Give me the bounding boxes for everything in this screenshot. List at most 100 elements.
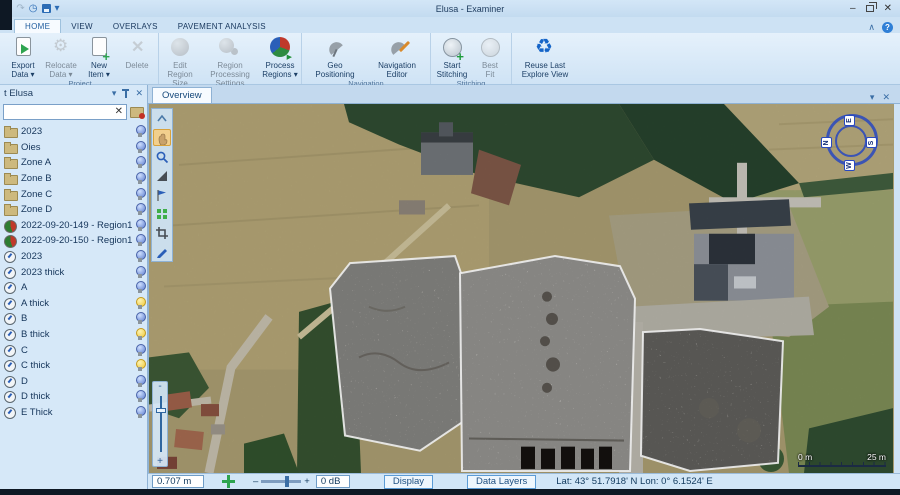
visibility-bulb-icon[interactable] xyxy=(135,297,144,310)
tree-item[interactable]: Zone C xyxy=(0,186,147,202)
reuse-last-explore-view-button[interactable]: Reuse Last Explore View xyxy=(514,34,576,79)
tree-item[interactable]: C xyxy=(0,342,147,358)
tree-item[interactable]: Zone D xyxy=(0,202,147,218)
visibility-bulb-icon[interactable] xyxy=(135,390,144,403)
depth-slider[interactable]: - + xyxy=(152,381,168,467)
visibility-bulb-icon[interactable] xyxy=(135,344,144,357)
depth-slider-handle[interactable] xyxy=(156,408,166,413)
scale-bar: 0 m 25 m xyxy=(798,452,886,467)
pan-tool-icon[interactable] xyxy=(153,129,171,146)
process-regions-button[interactable]: Process Regions ▾ xyxy=(261,34,299,88)
depth-plus-label[interactable]: + xyxy=(153,456,167,467)
tab-overview[interactable]: Overview xyxy=(152,87,212,103)
visibility-bulb-icon[interactable] xyxy=(135,188,144,201)
gain-slider-track[interactable] xyxy=(261,480,301,483)
visibility-bulb-icon[interactable] xyxy=(135,375,144,388)
tab-home[interactable]: HOME xyxy=(14,19,61,33)
export-data-button[interactable]: Export Data ▾ xyxy=(4,34,42,79)
tab-view[interactable]: VIEW xyxy=(61,20,103,33)
panel-caret-icon[interactable]: ▾ xyxy=(112,88,117,99)
tab-overlays[interactable]: OVERLAYS xyxy=(103,20,168,33)
region-processing-settings-button: Region Processing Settings xyxy=(199,34,261,88)
depth-slider-track[interactable] xyxy=(160,396,162,452)
gain-minus-label[interactable]: – xyxy=(253,476,258,487)
data-layers-button[interactable]: Data Layers xyxy=(467,475,536,489)
pane-caret-icon[interactable]: ▾ xyxy=(870,92,875,103)
tree-search-input[interactable]: ✕ xyxy=(3,104,127,120)
tree-item[interactable]: D thick xyxy=(0,389,147,405)
display-button[interactable]: Display xyxy=(384,475,433,489)
visibility-bulb-icon[interactable] xyxy=(135,359,144,372)
draw-tool-icon[interactable] xyxy=(153,243,171,260)
gain-plus-label[interactable]: + xyxy=(304,476,310,487)
save-icon[interactable] xyxy=(42,4,51,13)
measure-tool-icon[interactable] xyxy=(153,167,171,184)
geo-positioning-button[interactable]: Geo Positioning xyxy=(304,34,366,79)
minimize-button[interactable]: – xyxy=(850,4,856,14)
tree-item[interactable]: B xyxy=(0,311,147,327)
restore-button[interactable] xyxy=(866,5,874,12)
tree-item[interactable]: Zone A xyxy=(0,155,147,171)
ribbon-group-explore: Reuse Last Explore View xyxy=(512,33,578,84)
compass-rose[interactable]: N E S W xyxy=(822,116,876,170)
tree-item-icon xyxy=(4,157,17,168)
tree-item[interactable]: B thick xyxy=(0,327,147,343)
visibility-bulb-icon[interactable] xyxy=(135,219,144,232)
tree-item[interactable]: D xyxy=(0,374,147,390)
visibility-bulb-icon[interactable] xyxy=(135,125,144,138)
visibility-bulb-icon[interactable] xyxy=(135,266,144,279)
visibility-bulb-icon[interactable] xyxy=(135,141,144,154)
tree-item-icon xyxy=(4,298,17,309)
help-icon[interactable]: ? xyxy=(882,22,893,33)
toolbar-collapse-icon[interactable] xyxy=(153,110,171,127)
visibility-bulb-icon[interactable] xyxy=(135,234,144,247)
new-item-button[interactable]: New Item ▾ xyxy=(80,34,118,79)
grid-tool-icon[interactable] xyxy=(153,205,171,222)
tree-item-icon xyxy=(4,267,17,278)
reuse-last-explore-view-icon xyxy=(532,36,558,60)
pin-icon[interactable] xyxy=(122,89,129,98)
aerial-map[interactable] xyxy=(149,104,893,473)
crop-tool-icon[interactable] xyxy=(153,224,171,241)
flag-tool-icon[interactable] xyxy=(153,186,171,203)
depth-minus-label[interactable]: - xyxy=(153,381,167,392)
tree-item[interactable]: Oies xyxy=(0,140,147,156)
tree-item[interactable]: A thick xyxy=(0,296,147,312)
tree-item[interactable]: E Thick xyxy=(0,405,147,421)
zoom-tool-icon[interactable] xyxy=(153,148,171,165)
clear-search-icon[interactable]: ✕ xyxy=(115,106,123,117)
tree-item[interactable]: Zone B xyxy=(0,171,147,187)
visibility-bulb-icon[interactable] xyxy=(135,156,144,169)
visibility-bulb-icon[interactable] xyxy=(135,406,144,419)
visibility-bulb-icon[interactable] xyxy=(135,172,144,185)
map-viewport[interactable]: N E S W - + 0 m 25 m xyxy=(148,104,894,473)
panel-close-icon[interactable]: ✕ xyxy=(135,88,143,99)
gain-slider-handle[interactable] xyxy=(285,476,289,487)
history-icon[interactable]: ◷ xyxy=(29,4,38,14)
filter-folder-icon[interactable] xyxy=(130,107,144,118)
move-crosshair-icon[interactable] xyxy=(222,475,235,488)
gain-field[interactable]: 0 dB xyxy=(316,475,350,488)
tree-item[interactable]: 2022-09-20-149 - Region1 xyxy=(0,218,147,234)
tree-item[interactable]: 2023 xyxy=(0,124,147,140)
resolution-field[interactable]: 0.707 m xyxy=(152,475,204,488)
visibility-bulb-icon[interactable] xyxy=(135,203,144,216)
close-button[interactable]: ✕ xyxy=(884,4,892,14)
start-stitching-button[interactable]: Start Stitching xyxy=(433,34,471,79)
map-status-bar: 0.707 m – + 0 dB Display Data Layers Lat… xyxy=(148,473,900,489)
visibility-bulb-icon[interactable] xyxy=(135,328,144,341)
visibility-bulb-icon[interactable] xyxy=(135,312,144,325)
tree-item[interactable]: A xyxy=(0,280,147,296)
tab-pavement-analysis[interactable]: PAVEMENT ANALYSIS xyxy=(168,20,276,33)
navigation-editor-button[interactable]: Navigation Editor xyxy=(366,34,428,79)
pane-close-icon[interactable]: ✕ xyxy=(882,92,890,103)
tree-item[interactable]: 2023 thick xyxy=(0,264,147,280)
tree-item[interactable]: 2022-09-20-150 - Region1 xyxy=(0,233,147,249)
gain-slider[interactable]: – + xyxy=(253,476,310,487)
tree-item[interactable]: 2023 xyxy=(0,249,147,265)
tree-item[interactable]: C thick xyxy=(0,358,147,374)
qat-dropdown-icon[interactable]: ▾ xyxy=(55,4,60,14)
visibility-bulb-icon[interactable] xyxy=(135,250,144,263)
visibility-bulb-icon[interactable] xyxy=(135,281,144,294)
collapse-ribbon-icon[interactable]: ∧ xyxy=(868,22,875,33)
